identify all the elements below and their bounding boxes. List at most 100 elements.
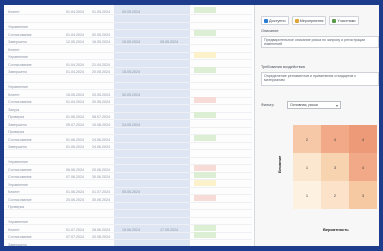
table-cell: 20.06.2024 <box>66 197 84 202</box>
matrix-x-label: Вероятность <box>323 227 349 232</box>
status-cell <box>194 164 216 171</box>
table-cell: 20.06.2024 <box>92 167 110 172</box>
table-cell: Управление <box>8 182 28 187</box>
table-cell: 01.05.2024 <box>92 10 110 14</box>
table-cell: Управление <box>8 25 28 29</box>
status-cell <box>194 224 216 231</box>
table-cell: 16.05.2024 <box>92 40 110 44</box>
table-cell: Завершено <box>8 145 27 149</box>
table-cell: 10.08.2024 <box>92 122 110 127</box>
users-icon <box>332 18 337 23</box>
table-cell: Запуск <box>8 107 20 112</box>
impact-label: Требования воздействия <box>261 65 305 69</box>
matrix-cell[interactable]: 3 <box>349 181 377 209</box>
table-cell: Согласование <box>8 175 32 179</box>
table-cell: 07.07.2024 <box>66 235 84 239</box>
available-button[interactable]: Доступно <box>261 16 289 25</box>
panel-toolbar: Доступно Мероприятия Участники <box>261 16 359 25</box>
table-cell: 30.05.2024 <box>122 92 140 97</box>
status-cell <box>194 112 216 118</box>
table-cell: 01.04.2024 <box>66 32 84 37</box>
table-cell: Клиент <box>8 190 20 194</box>
table-cell: 01.04.2024 <box>66 70 84 74</box>
table-cell: Согласование <box>8 197 32 202</box>
status-cell <box>194 232 216 238</box>
chevron-down-icon: ▾ <box>335 103 338 108</box>
table-cell: 05.06.2024 <box>122 190 140 194</box>
matrix-cell[interactable]: 4 <box>349 125 377 153</box>
table-cell: Управление <box>8 220 28 224</box>
participants-button[interactable]: Участники <box>329 16 359 25</box>
table-cell: 21.04.2024 <box>92 62 110 67</box>
table-cell: 20.05.2024 <box>92 100 110 104</box>
table-cell: Клиент <box>8 10 20 14</box>
table-row[interactable]: Завершено <box>4 240 252 247</box>
table-cell: 24.06.2024 <box>92 137 110 142</box>
table-cell: 01.06.2024 <box>66 145 84 149</box>
status-cell <box>194 134 216 141</box>
status-cell <box>194 172 216 178</box>
matrix-cell[interactable]: 1 <box>293 181 321 209</box>
app-window: Клиент 01.04.2024 01.05.2024 09.05.2024 Упра… <box>4 5 379 246</box>
table-cell: 20.05.2024 <box>92 70 110 74</box>
filter-select[interactable]: Основная, риски ▾ <box>287 101 341 109</box>
table-cell: 30.06.2024 <box>92 197 110 202</box>
matrix-cell[interactable]: 4 <box>321 125 349 153</box>
data-grid: Клиент 01.04.2024 01.05.2024 09.05.2024 Упра… <box>4 5 252 246</box>
filter-label: Фильтр <box>261 103 274 107</box>
table-cell: Согласование <box>8 100 32 104</box>
table-cell: Клиент <box>8 227 20 232</box>
table-cell: 15.06.2024 <box>122 227 140 232</box>
matrix-y-label: Влияние <box>277 155 282 173</box>
table-cell: Управление <box>8 85 28 89</box>
risk-label: Описание <box>261 29 279 33</box>
table-cell: 15.05.2024 <box>122 40 140 44</box>
info-icon <box>264 18 268 23</box>
list-icon <box>294 18 299 23</box>
table-cell: 09.05.2024 <box>122 10 140 14</box>
table-cell: 15.05.2024 <box>66 92 84 97</box>
table-cell: Клиент <box>8 47 20 52</box>
status-cell <box>194 29 216 36</box>
table-cell: Управление <box>8 55 28 59</box>
risk-field[interactable]: Предварительное описание риска по запрос… <box>261 36 379 48</box>
status-cell <box>194 7 216 13</box>
table-cell: Проверка <box>8 205 25 209</box>
status-cell <box>194 97 216 103</box>
status-cell <box>194 67 216 73</box>
table-cell: Согласование <box>8 137 32 142</box>
table-cell: Согласование <box>8 62 32 67</box>
matrix-cell[interactable]: 2 <box>321 181 349 209</box>
table-cell: 17.05.2024 <box>160 227 178 232</box>
matrix-cell[interactable]: 4 <box>349 153 377 181</box>
table-cell: Согласование <box>8 32 32 37</box>
table-cell: Согласование <box>8 167 32 172</box>
status-cell <box>194 194 216 201</box>
table-cell: 01.06.2024 <box>66 137 84 142</box>
table-cell: 01.06.2024 <box>66 115 84 119</box>
matrix-cell[interactable]: 2 <box>293 125 321 153</box>
table-cell: 30.06.2024 <box>92 175 110 179</box>
table-cell: 01.06.2024 <box>66 190 84 194</box>
table-cell: Управление <box>8 160 28 164</box>
details-panel: Доступно Мероприятия Участники Описание … <box>254 5 379 246</box>
table-cell: Завершено <box>8 242 27 247</box>
table-cell: 20.05.2024 <box>92 92 110 97</box>
matrix-cell[interactable]: 1 <box>293 153 321 181</box>
table-cell: 24.05.2024 <box>122 122 140 127</box>
table-cell: 12.05.2024 <box>66 40 84 44</box>
matrix-cell[interactable]: 3 <box>321 153 349 181</box>
table-cell: Завершено <box>8 122 27 127</box>
status-cell <box>194 52 216 58</box>
table-cell: 28.06.2024 <box>92 227 110 232</box>
table-cell: 01.04.2024 <box>66 62 84 67</box>
table-cell: Согласование <box>8 235 32 239</box>
table-cell: Клиент <box>8 92 20 97</box>
impact-field[interactable]: Определение регламентов и применения ста… <box>261 72 379 86</box>
status-cell <box>194 179 216 186</box>
table-cell: Завершено <box>8 70 27 74</box>
activities-button[interactable]: Мероприятия <box>291 16 327 25</box>
table-cell: 01.04.2024 <box>66 100 84 104</box>
table-cell: 28.05.2024 <box>160 40 178 44</box>
table-cell: Проверка <box>8 130 25 134</box>
